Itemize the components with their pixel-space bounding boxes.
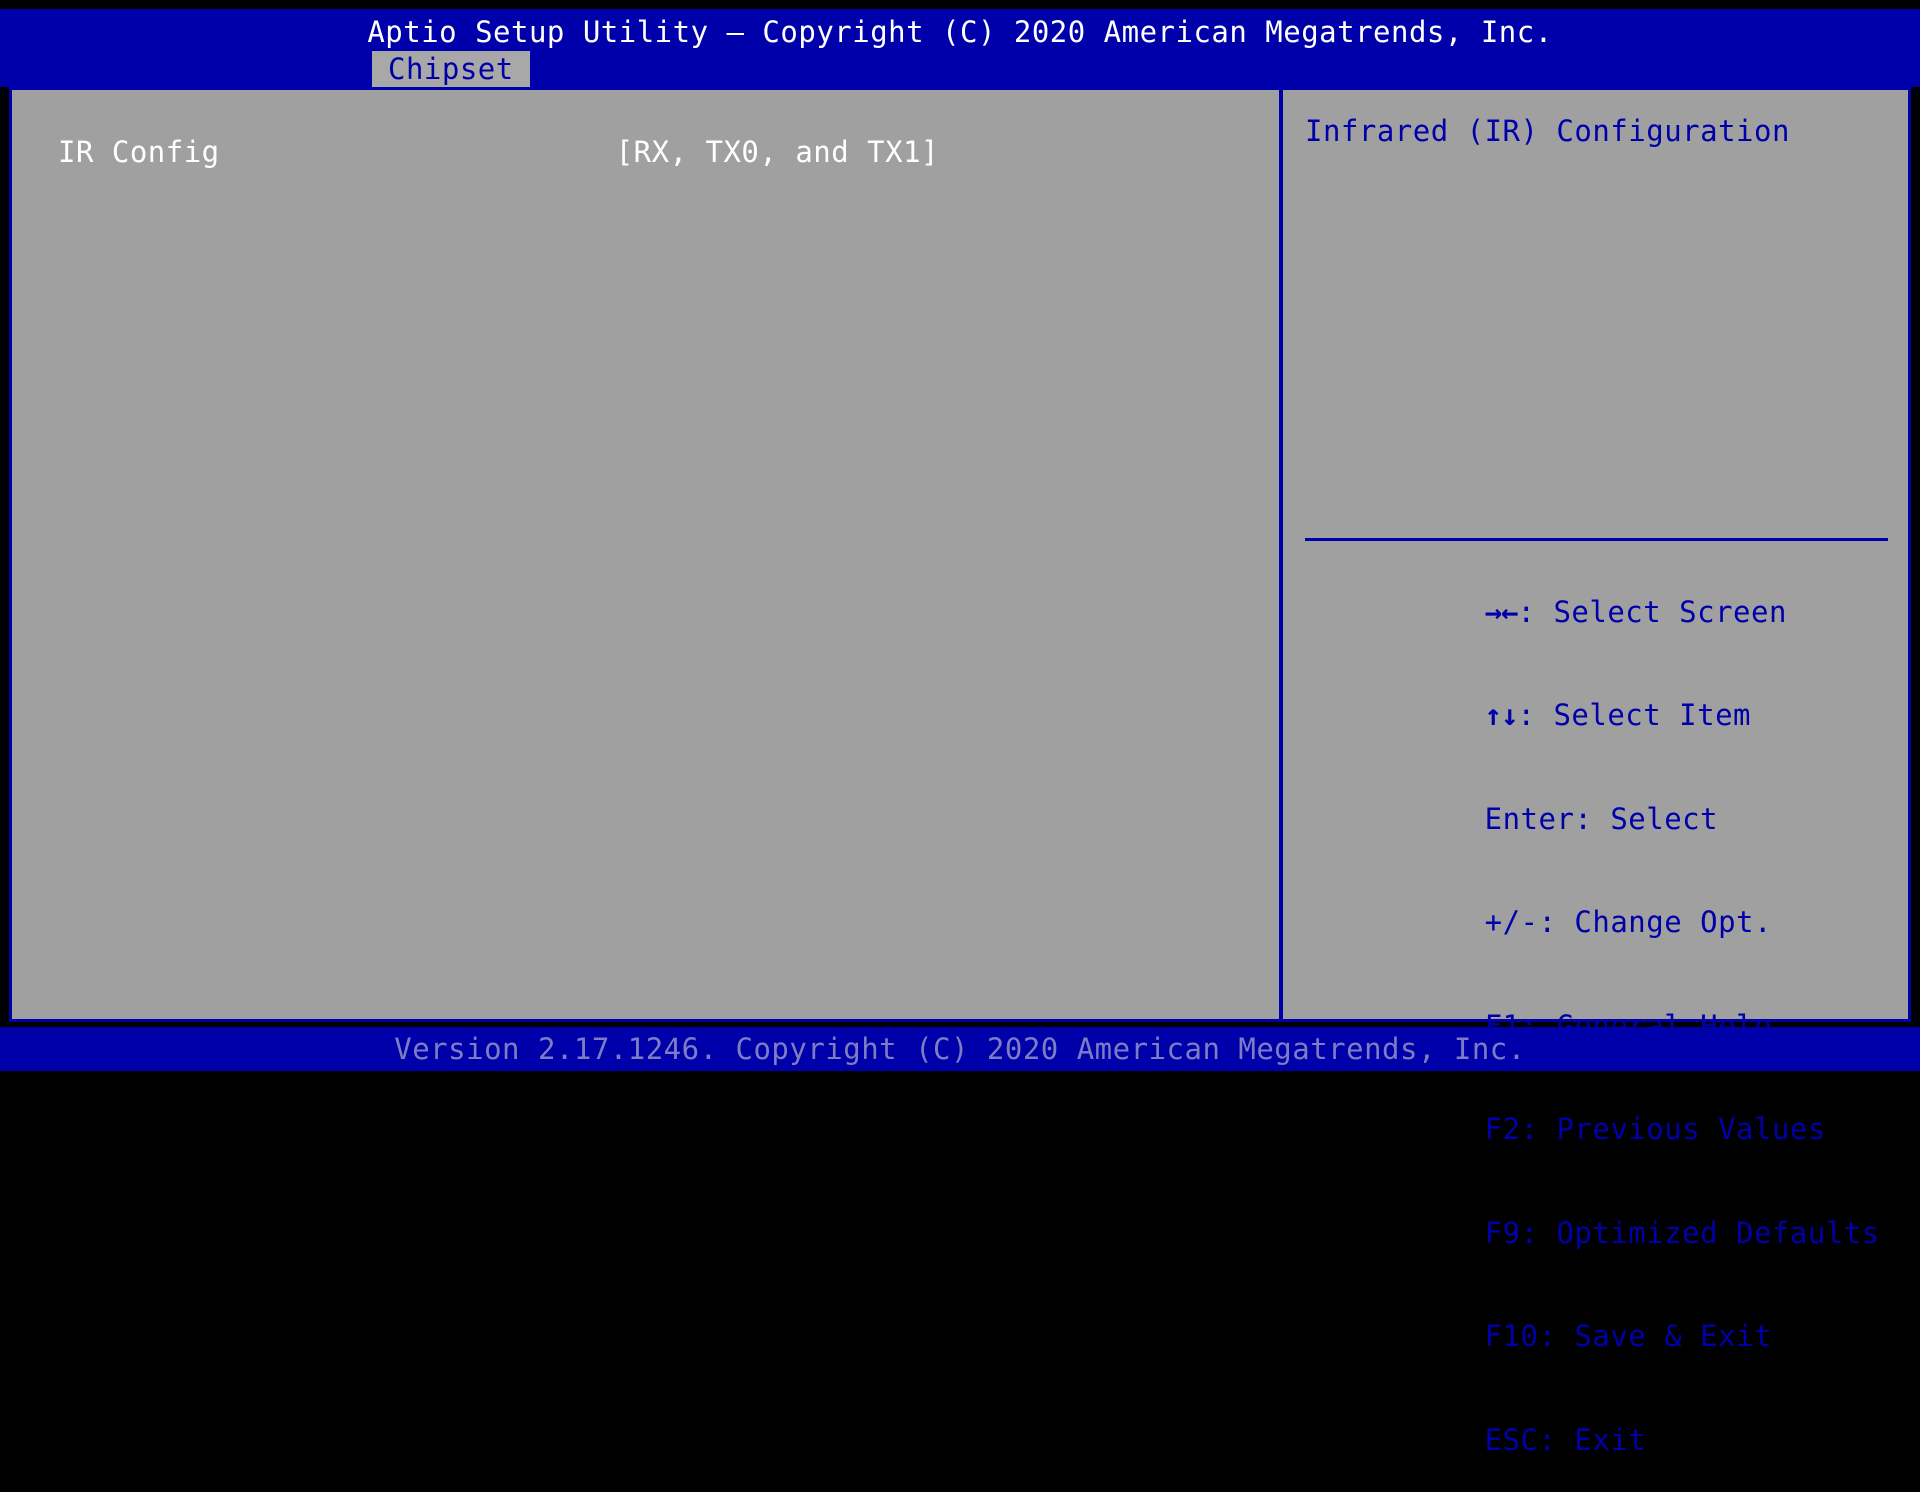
enter-key: Enter [1484, 801, 1575, 836]
setting-value[interactable]: [RX, TX0, and TX1] [616, 135, 939, 169]
tab-chipset[interactable]: Chipset [372, 51, 530, 87]
up-down-arrow-icon: ↑↓ [1484, 698, 1519, 732]
legend-separator: : [1538, 1422, 1575, 1457]
legend-action: Select Screen [1553, 594, 1787, 629]
page-title: Aptio Setup Utility – Copyright (C) 2020… [367, 15, 1553, 49]
bios-setup-screen: Aptio Setup Utility – Copyright (C) 2020… [0, 0, 1920, 1457]
legend-action: Select [1610, 801, 1719, 836]
legend-action: Save & Exit [1574, 1319, 1772, 1353]
legend-item-select-item: ↑↓: Select Item [1305, 664, 1905, 768]
key-legend: →←: Select Screen ↑↓: Select Item Enter:… [1305, 560, 1905, 1492]
plus-minus-key: +/- [1484, 905, 1539, 939]
legend-action: Optimized Defaults [1556, 1215, 1880, 1250]
version-bar: Version 2.17.1246. Copyright (C) 2020 Am… [0, 1027, 1920, 1071]
f2-key: F2 [1484, 1112, 1521, 1146]
legend-separator: : [1520, 1215, 1557, 1250]
f9-key: F9 [1484, 1215, 1521, 1250]
right-left-arrow-icon: →← [1484, 594, 1519, 629]
legend-action: Select Item [1553, 698, 1752, 732]
version-text: Version 2.17.1246. Copyright (C) 2020 Am… [394, 1032, 1526, 1066]
settings-panel: IR Config [RX, TX0, and TX1] [12, 90, 1279, 1019]
f10-key: F10 [1484, 1319, 1539, 1353]
legend-separator: : [1574, 801, 1611, 836]
legend-item-f2: F2: Previous Values [1305, 1078, 1905, 1182]
title-bar: Aptio Setup Utility – Copyright (C) 2020… [0, 9, 1920, 87]
main-frame: IR Config [RX, TX0, and TX1] Infrared (I… [9, 87, 1911, 1457]
legend-item-select-screen: →←: Select Screen [1305, 560, 1905, 664]
legend-separator: : [1538, 905, 1575, 939]
legend-item-esc: ESC: Exit [1305, 1388, 1905, 1492]
help-separator [1305, 538, 1888, 541]
legend-separator: : [1517, 594, 1554, 629]
tab-strip: Chipset [0, 51, 1920, 87]
esc-key: ESC [1484, 1422, 1539, 1457]
legend-separator: : [1517, 698, 1554, 732]
setting-label: IR Config [58, 135, 220, 169]
legend-item-f9: F9: Optimized Defaults [1305, 1181, 1905, 1285]
legend-action: Previous Values [1556, 1112, 1826, 1146]
legend-item-change-opt: +/-: Change Opt. [1305, 871, 1905, 975]
legend-item-f10: F10: Save & Exit [1305, 1285, 1905, 1389]
setting-row-ir-config[interactable]: IR Config [RX, TX0, and TX1] [12, 135, 1279, 169]
help-panel: Infrared (IR) Configuration →←: Select S… [1283, 90, 1910, 1457]
help-description: Infrared (IR) Configuration [1305, 114, 1790, 148]
legend-item-enter: Enter: Select [1305, 767, 1905, 871]
legend-action: Change Opt. [1574, 905, 1772, 939]
legend-separator: : [1538, 1319, 1575, 1353]
legend-separator: : [1520, 1112, 1557, 1146]
legend-action: Exit [1574, 1422, 1647, 1457]
